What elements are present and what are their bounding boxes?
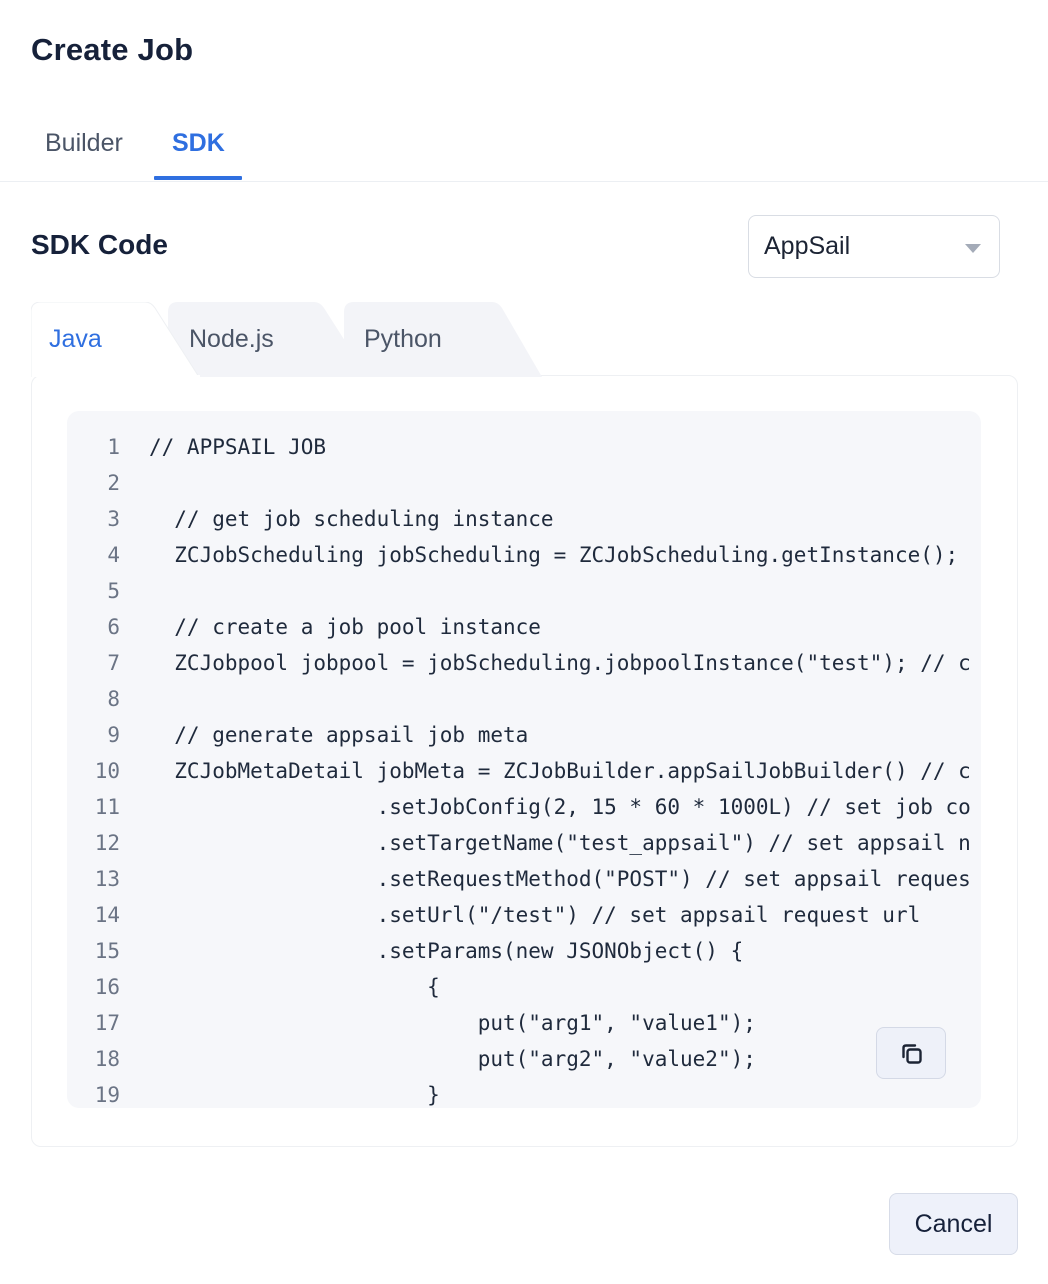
line-number: 19 [94, 1083, 120, 1107]
code-text: // get job scheduling instance [149, 507, 554, 531]
code-text: .setUrl("/test") // set appsail request … [149, 903, 921, 927]
code-line: 2 [67, 465, 981, 501]
tab-nodejs-label: Node.js [189, 325, 274, 353]
line-number: 4 [107, 543, 120, 567]
line-number: 3 [107, 507, 120, 531]
code-line: 11 .setJobConfig(2, 15 * 60 * 1000L) // … [67, 789, 981, 825]
line-number: 1 [107, 435, 120, 459]
line-number: 14 [94, 903, 120, 927]
line-number: 6 [107, 615, 120, 639]
code-line: 18 put("arg2", "value2"); [67, 1041, 981, 1077]
sdk-code-heading: SDK Code [31, 229, 168, 260]
caret-down-icon [965, 244, 981, 253]
line-number: 18 [94, 1047, 120, 1071]
tab-sdk[interactable]: SDK [172, 129, 225, 158]
line-number: 15 [94, 939, 120, 963]
tab-python[interactable]: Python [344, 302, 544, 377]
cancel-button[interactable]: Cancel [889, 1193, 1018, 1255]
code-text: } [149, 1083, 440, 1107]
target-type-value: AppSail [764, 232, 851, 260]
code-line: 7 ZCJobpool jobpool = jobScheduling.jobp… [67, 645, 981, 681]
line-number: 8 [107, 687, 120, 711]
code-text: ZCJobMetaDetail jobMeta = ZCJobBuilder.a… [149, 759, 971, 783]
code-line: 12 .setTargetName("test_appsail") // set… [67, 825, 981, 861]
code-line: 4 ZCJobScheduling jobScheduling = ZCJobS… [67, 537, 981, 573]
code-text: .setTargetName("test_appsail") // set ap… [149, 831, 971, 855]
tab-builder[interactable]: Builder [45, 129, 123, 158]
code-line: 13 .setRequestMethod("POST") // set apps… [67, 861, 981, 897]
copy-icon [902, 1044, 922, 1064]
code-text: { [149, 975, 440, 999]
line-number: 17 [94, 1011, 120, 1035]
code-text: .setRequestMethod("POST") // set appsail… [149, 867, 971, 891]
code-text: // generate appsail job meta [149, 723, 529, 747]
target-type-select[interactable]: AppSail [748, 215, 1000, 278]
code-line: 9 // generate appsail job meta [67, 717, 981, 753]
code-line: 14 .setUrl("/test") // set appsail reque… [67, 897, 981, 933]
code-text: ZCJobScheduling jobScheduling = ZCJobSch… [149, 543, 959, 567]
code-text: // create a job pool instance [149, 615, 541, 639]
code-text: ZCJobpool jobpool = jobScheduling.jobpoo… [149, 651, 971, 675]
line-number: 5 [107, 579, 120, 603]
dialog-title: Create Job [31, 32, 194, 67]
code-line: 19 } [67, 1077, 981, 1108]
code-text: // APPSAIL JOB [149, 435, 327, 459]
tab-java[interactable]: Java [31, 302, 201, 377]
line-number: 13 [94, 867, 120, 891]
line-number: 11 [94, 795, 120, 819]
line-number: 12 [94, 831, 120, 855]
tab-java-label: Java [49, 325, 102, 353]
code-block[interactable]: 1 // APPSAIL JOB 2 3 // get job schedulin… [67, 411, 981, 1108]
top-tab-bar: Builder SDK [0, 112, 1048, 182]
code-line: 8 [67, 681, 981, 717]
code-text: put("arg2", "value2"); [149, 1047, 756, 1071]
code-line: 6 // create a job pool instance [67, 609, 981, 645]
code-text: .setParams(new JSONObject() { [149, 939, 744, 963]
code-line: 3 // get job scheduling instance [67, 501, 981, 537]
code-line: 1 // APPSAIL JOB [67, 429, 981, 465]
code-line: 5 [67, 573, 981, 609]
line-number: 9 [107, 723, 120, 747]
copy-code-button[interactable] [876, 1027, 946, 1079]
tab-python-label: Python [364, 325, 442, 353]
line-number: 16 [94, 975, 120, 999]
line-number: 7 [107, 651, 120, 675]
code-line: 10 ZCJobMetaDetail jobMeta = ZCJobBuilde… [67, 753, 981, 789]
code-line: 16 { [67, 969, 981, 1005]
line-number: 10 [94, 759, 120, 783]
active-tab-indicator [154, 176, 242, 180]
code-line: 15 .setParams(new JSONObject() { [67, 933, 981, 969]
code-line: 17 put("arg1", "value1"); [67, 1005, 981, 1041]
line-number: 2 [107, 471, 120, 495]
code-text: put("arg1", "value1"); [149, 1011, 756, 1035]
code-text: .setJobConfig(2, 15 * 60 * 1000L) // set… [149, 795, 971, 819]
